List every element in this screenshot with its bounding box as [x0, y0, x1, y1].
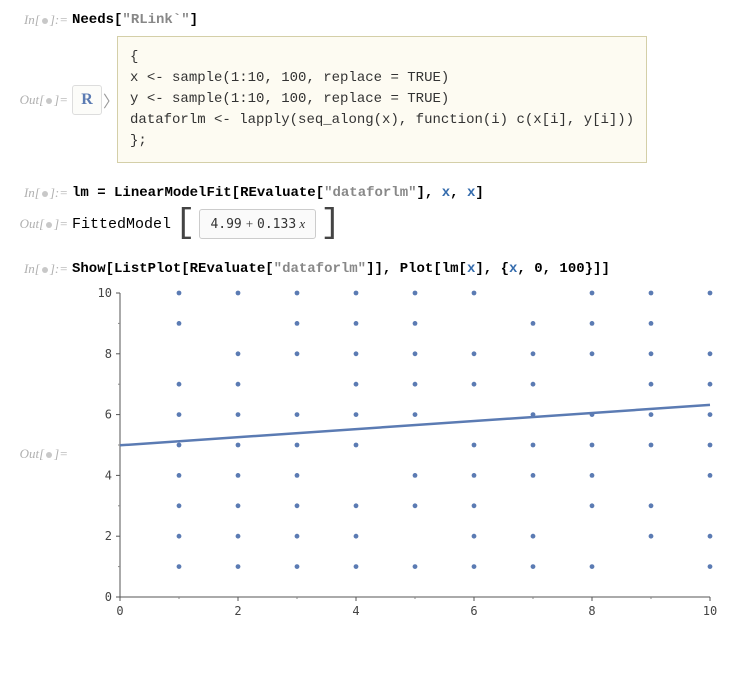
- svg-text:8: 8: [105, 347, 112, 361]
- svg-text:4: 4: [105, 468, 112, 482]
- svg-text:6: 6: [105, 408, 112, 422]
- fitted-model-output: FittedModel [ 4.99 + 0.133 x ]: [72, 209, 341, 239]
- svg-text:0: 0: [105, 590, 112, 604]
- svg-text:6: 6: [470, 604, 477, 618]
- left-bracket-icon: [: [175, 213, 195, 235]
- svg-text:2: 2: [105, 529, 112, 543]
- code-needs[interactable]: Needs["RLink`"]: [72, 12, 198, 28]
- svg-text:2: 2: [234, 604, 241, 618]
- code-lm-fit[interactable]: lm = LinearModelFit[REvaluate["dataforlm…: [72, 185, 484, 201]
- svg-text:8: 8: [588, 604, 595, 618]
- input-cell-1: In[]:= Needs["RLink`"]: [8, 12, 742, 28]
- scatter-plot: 0 2 4 6 8 10 0 2 4 6 8 10: [80, 285, 720, 625]
- r-logo-icon: R: [72, 85, 102, 115]
- output-cell-2: Out[]= FittedModel [ 4.99 + 0.133 x ]: [8, 209, 742, 239]
- r-code-output: { x <- sample(1:10, 100, replace = TRUE)…: [117, 36, 647, 163]
- svg-text:10: 10: [98, 286, 112, 300]
- in-label: In[]:=: [8, 12, 72, 28]
- in-label: In[]:=: [8, 185, 72, 201]
- right-bracket-icon: ]: [320, 213, 340, 235]
- chart-output: 0 2 4 6 8 10 0 2 4 6 8 10: [80, 285, 720, 625]
- svg-text:0: 0: [116, 604, 123, 618]
- in-label: In[]:=: [8, 261, 72, 277]
- out-label: Out[]=: [8, 216, 72, 232]
- out-label: Out[]=: [8, 446, 72, 462]
- fitted-expression: 4.99 + 0.133 x: [199, 209, 316, 239]
- svg-text:10: 10: [703, 604, 717, 618]
- output-cell-1: Out[]= R 〉 { x <- sample(1:10, 100, repl…: [8, 36, 742, 163]
- input-cell-2: In[]:= lm = LinearModelFit[REvaluate["da…: [8, 185, 742, 201]
- code-show-plot[interactable]: Show[ListPlot[REvaluate["dataforlm"]], P…: [72, 261, 610, 277]
- output-cell-3: Out[]= 0 2 4 6 8 10 0 2 4 6 8 10: [8, 283, 742, 625]
- svg-text:4: 4: [352, 604, 359, 618]
- input-cell-3: In[]:= Show[ListPlot[REvaluate["dataforl…: [8, 261, 742, 277]
- out-label: Out[]=: [8, 92, 72, 108]
